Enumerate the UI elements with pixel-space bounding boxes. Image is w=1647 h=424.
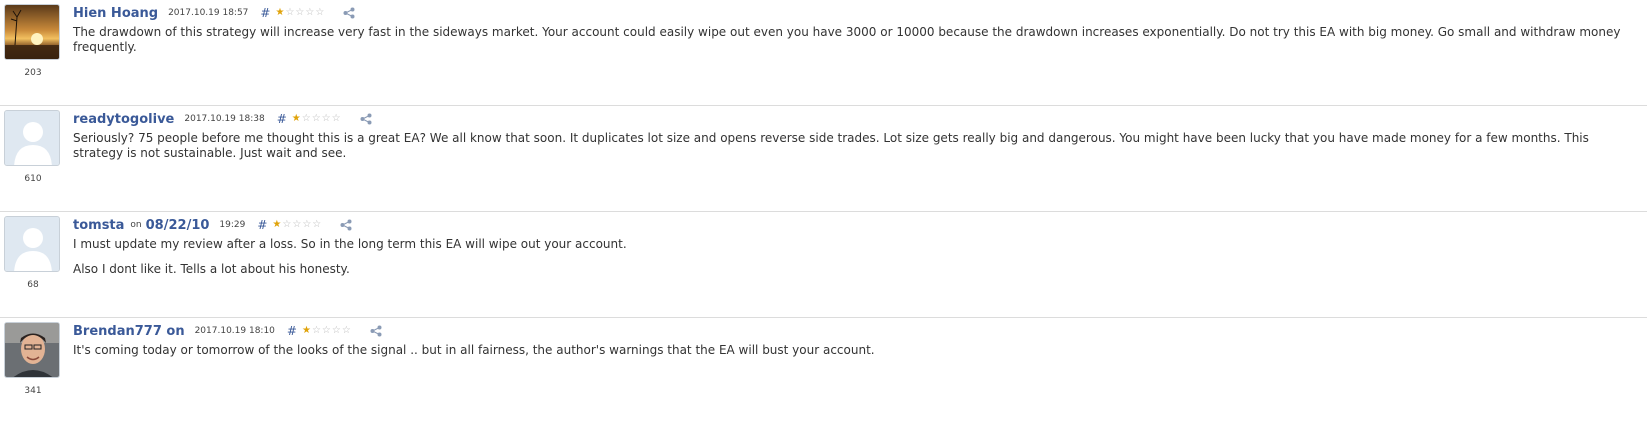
review-item: 610 readytogolive 2017.10.19 18:38 # ★ ☆ ☆ ☆ ☆ Se…: [0, 106, 1647, 212]
star-empty-icon: ☆: [311, 113, 321, 124]
star-empty-icon: ☆: [321, 113, 331, 124]
star-rating: ★ ☆ ☆ ☆ ☆: [272, 220, 322, 230]
review-timestamp: 19:29: [219, 220, 246, 230]
review-paragraph: The drawdown of this strategy will incre…: [73, 25, 1621, 54]
permalink-hash[interactable]: #: [287, 324, 297, 338]
star-empty-icon: ☆: [331, 325, 341, 336]
star-empty-icon: ☆: [305, 7, 315, 18]
review-paragraph: I must update my review after a loss. So…: [73, 237, 627, 251]
star-empty-icon: ☆: [321, 325, 331, 336]
permalink-hash[interactable]: #: [257, 218, 267, 232]
author-card: 68: [4, 216, 62, 290]
review-text: It's coming today or tomorrow of the loo…: [73, 343, 1639, 368]
star-empty-icon: ☆: [341, 325, 351, 336]
share-icon[interactable]: [360, 113, 372, 125]
review-header: Brendan777 on 2017.10.19 18:10 # ★ ☆ ☆ ☆ ☆: [73, 321, 382, 341]
review-paragraph: It's coming today or tomorrow of the loo…: [73, 343, 875, 357]
star-empty-icon: ☆: [315, 7, 325, 18]
author-rating-count: 341: [24, 386, 42, 396]
star-filled-icon: ★: [301, 325, 311, 336]
star-empty-icon: ☆: [331, 113, 341, 124]
permalink-hash[interactable]: #: [277, 112, 287, 126]
review-timestamp: 2017.10.19 18:57: [168, 8, 249, 18]
star-rating: ★ ☆ ☆ ☆ ☆: [275, 8, 325, 18]
avatar[interactable]: [4, 110, 60, 166]
review-item: 68 tomsta on 08/22/10 19:29 # ★ ☆ ☆ ☆ ☆ I must upda…: [0, 212, 1647, 318]
star-empty-icon: ☆: [311, 325, 321, 336]
star-empty-icon: ☆: [282, 219, 292, 230]
author-rating-count: 68: [27, 280, 39, 290]
author-rating-count: 610: [24, 174, 42, 184]
author-name-link[interactable]: readytogolive: [73, 112, 174, 127]
author-name-link[interactable]: Brendan777 on: [73, 324, 185, 339]
share-icon[interactable]: [370, 325, 382, 337]
share-icon[interactable]: [340, 219, 352, 231]
review-item: 203 Hien Hoang 2017.10.19 18:57 # ★ ☆ ☆ ☆ ☆ The d…: [0, 0, 1647, 106]
star-rating: ★ ☆ ☆ ☆ ☆: [302, 326, 352, 336]
review-date-link[interactable]: 08/22/10: [146, 218, 210, 233]
share-icon[interactable]: [343, 7, 355, 19]
star-rating: ★ ☆ ☆ ☆ ☆: [292, 114, 342, 124]
review-paragraph: Seriously? 75 people before me thought t…: [73, 131, 1589, 160]
review-header: Hien Hoang 2017.10.19 18:57 # ★ ☆ ☆ ☆ ☆: [73, 3, 355, 23]
avatar[interactable]: [4, 4, 60, 60]
author-card: 610: [4, 110, 62, 184]
avatar[interactable]: [4, 216, 60, 272]
review-timestamp: 2017.10.19 18:10: [194, 326, 275, 336]
author-name-link[interactable]: tomsta: [73, 218, 124, 233]
star-empty-icon: ☆: [301, 113, 311, 124]
star-empty-icon: ☆: [285, 7, 295, 18]
avatar[interactable]: [4, 322, 60, 378]
review-item: 341 Brendan777 on 2017.10.19 18:10 # ★ ☆ ☆ ☆ ☆ It…: [0, 318, 1647, 424]
author-card: 203: [4, 4, 62, 78]
star-empty-icon: ☆: [295, 7, 305, 18]
review-paragraph: Also I dont like it. Tells a lot about h…: [73, 262, 350, 276]
permalink-hash[interactable]: #: [260, 6, 270, 20]
on-label: on: [130, 220, 142, 230]
star-empty-icon: ☆: [292, 219, 302, 230]
star-empty-icon: ☆: [302, 219, 312, 230]
review-text: The drawdown of this strategy will incre…: [73, 25, 1639, 65]
review-header: readytogolive 2017.10.19 18:38 # ★ ☆ ☆ ☆ ☆: [73, 109, 372, 129]
review-timestamp: 2017.10.19 18:38: [184, 114, 265, 124]
star-filled-icon: ★: [275, 7, 285, 18]
author-card: 341: [4, 322, 62, 396]
author-rating-count: 203: [24, 68, 42, 78]
review-text: I must update my review after a loss. So…: [73, 237, 1639, 287]
star-filled-icon: ★: [272, 219, 282, 230]
reviews-list: 203 Hien Hoang 2017.10.19 18:57 # ★ ☆ ☆ ☆ ☆ The d…: [0, 0, 1647, 424]
review-text: Seriously? 75 people before me thought t…: [73, 131, 1639, 171]
review-header: tomsta on 08/22/10 19:29 # ★ ☆ ☆ ☆ ☆: [73, 215, 352, 235]
star-filled-icon: ★: [291, 113, 301, 124]
author-name-link[interactable]: Hien Hoang: [73, 6, 158, 21]
star-empty-icon: ☆: [312, 219, 322, 230]
